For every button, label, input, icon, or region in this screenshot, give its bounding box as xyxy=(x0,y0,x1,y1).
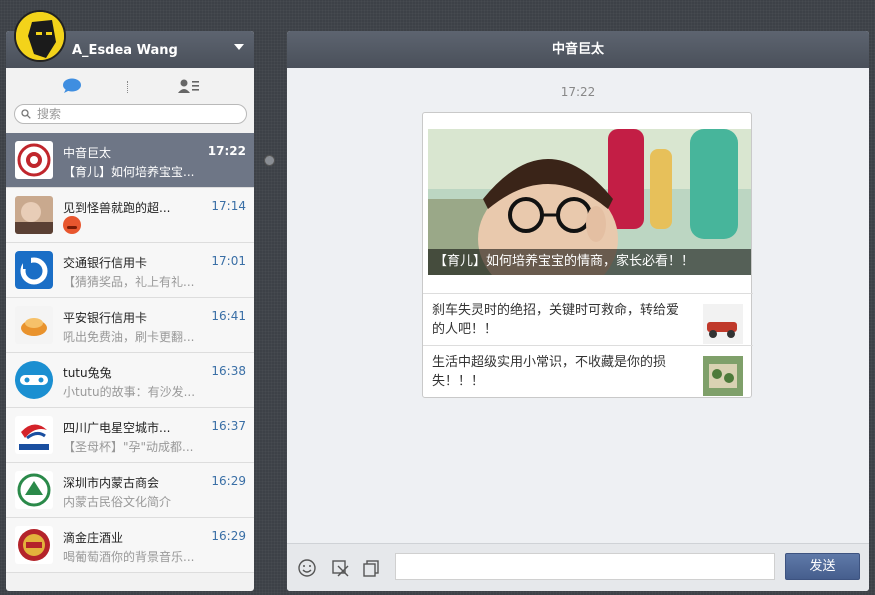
search-input[interactable] xyxy=(37,106,237,122)
conversation-name: 见到怪兽就跑的超... xyxy=(63,201,171,215)
article-sub-item[interactable]: 生活中超级实用小常识，不收藏是你的损失！！！ xyxy=(423,345,753,397)
conversation-time: 17:14 xyxy=(211,199,246,213)
tab-divider xyxy=(127,81,128,93)
conversation-preview: 吼出免费油，刷卡更翻... xyxy=(63,330,195,344)
conversation-name: 平安银行信用卡 xyxy=(63,311,148,325)
conversation-preview: 【圣母杯】"孕"动成都... xyxy=(63,440,194,454)
conversation-time: 17:22 xyxy=(207,144,246,158)
chat-panel: 中音巨太 17:22 【育儿】如何培养宝宝的情商，家长必看！！ 刹车失灵时的绝招… xyxy=(287,31,869,591)
article-card[interactable]: 【育儿】如何培养宝宝的情商，家长必看！！ 刹车失灵时的绝招，关键时可救命，转给爱… xyxy=(422,112,753,398)
article-sub-title: 刹车失灵时的绝招，关键时可救命，转给爱的人吧！！ xyxy=(432,303,680,337)
article-sub-title: 生活中超级实用小常识，不收藏是你的损失！！！ xyxy=(432,355,667,389)
chat-title: 中音巨太 xyxy=(287,31,869,68)
conversation-preview: 【育儿】如何培养宝宝... xyxy=(63,165,195,179)
conversation-time: 17:01 xyxy=(211,254,246,268)
conversation-preview: 喝葡萄酒你的背景音乐... xyxy=(63,550,195,564)
message-composer: 发送 xyxy=(287,543,869,591)
conversation-time: 16:38 xyxy=(211,364,246,378)
search-box[interactable] xyxy=(14,104,247,124)
conversation-item[interactable]: 深圳市内蒙古商会 16:29 内蒙古民俗文化简介 xyxy=(6,463,254,518)
conversation-name: 中音巨太 xyxy=(63,146,112,160)
conversation-time: 16:29 xyxy=(211,474,246,488)
conversation-item[interactable]: 四川广电星空城市... 16:37 【圣母杯】"孕"动成都... xyxy=(6,408,254,463)
article-sub-item[interactable]: 刹车失灵时的绝招，关键时可救命，转给爱的人吧！！ xyxy=(423,293,753,345)
conversation-preview: 内蒙古民俗文化简介 xyxy=(63,495,172,509)
file-copy-icon[interactable] xyxy=(361,558,381,578)
conversation-name: tutu兔兔 xyxy=(63,366,112,380)
avatar[interactable] xyxy=(14,10,66,62)
article-sub-thumbnail xyxy=(703,304,743,344)
chevron-down-icon[interactable] xyxy=(234,44,244,50)
conversation-item[interactable]: 平安银行信用卡 16:41 吼出免费油，刷卡更翻... xyxy=(6,298,254,353)
conversation-time: 16:41 xyxy=(211,309,246,323)
conversation-name: 四川广电星空城市... xyxy=(63,421,171,435)
conversation-avatar xyxy=(15,251,53,289)
conversation-item[interactable]: 滴金庄酒业 16:29 喝葡萄酒你的背景音乐... xyxy=(6,518,254,573)
conversation-item[interactable]: tutu兔兔 16:38 小tutu的故事：有沙发... xyxy=(6,353,254,408)
conversation-avatar xyxy=(15,306,53,344)
article-sub-thumbnail xyxy=(703,356,743,396)
conversation-avatar xyxy=(15,416,53,454)
conversation-item[interactable]: 见到怪兽就跑的超... 17:14 xyxy=(6,188,254,243)
conversation-preview: 小tutu的故事：有沙发... xyxy=(63,385,196,399)
sidebar-tabs xyxy=(6,68,254,104)
conversation-name: 交通银行信用卡 xyxy=(63,256,148,270)
conversation-avatar xyxy=(15,361,53,399)
conversation-name: 滴金庄酒业 xyxy=(63,531,124,545)
conversation-preview: 【猜猜奖品，礼上有礼... xyxy=(63,275,195,289)
conversation-list: 中音巨太 17:22 【育儿】如何培养宝宝... 见到怪兽就跑的超... 17:… xyxy=(6,133,254,573)
conversation-name: 深圳市内蒙古商会 xyxy=(63,476,160,490)
message-input[interactable] xyxy=(395,553,775,580)
conversation-avatar xyxy=(15,141,53,179)
screenshot-icon[interactable] xyxy=(330,558,350,578)
message-timestamp: 17:22 xyxy=(560,85,596,99)
send-button[interactable]: 发送 xyxy=(785,553,860,580)
conversation-avatar xyxy=(15,471,53,509)
sidebar: A_Esdea Wang 中音巨太 17:22 【育儿 xyxy=(6,31,254,591)
profile-name: A_Esdea Wang xyxy=(72,43,178,58)
conversation-avatar xyxy=(15,526,53,564)
conversation-time: 16:29 xyxy=(211,529,246,543)
article-cover-image[interactable]: 【育儿】如何培养宝宝的情商，家长必看！！ xyxy=(428,129,751,275)
panel-resize-handle[interactable] xyxy=(264,155,275,166)
emoji-icon[interactable] xyxy=(297,558,317,578)
conversation-item[interactable]: 中音巨太 17:22 【育儿】如何培养宝宝... xyxy=(6,133,254,188)
contacts-icon[interactable] xyxy=(178,78,200,94)
chat-bubble-icon[interactable] xyxy=(62,78,82,94)
conversation-avatar xyxy=(15,196,53,234)
conversation-time: 16:37 xyxy=(211,419,246,433)
search-icon xyxy=(21,109,31,119)
angry-emoji-icon xyxy=(63,216,81,234)
conversation-item[interactable]: 交通银行信用卡 17:01 【猜猜奖品，礼上有礼... xyxy=(6,243,254,298)
article-title: 【育儿】如何培养宝宝的情商，家长必看！！ xyxy=(428,249,751,275)
